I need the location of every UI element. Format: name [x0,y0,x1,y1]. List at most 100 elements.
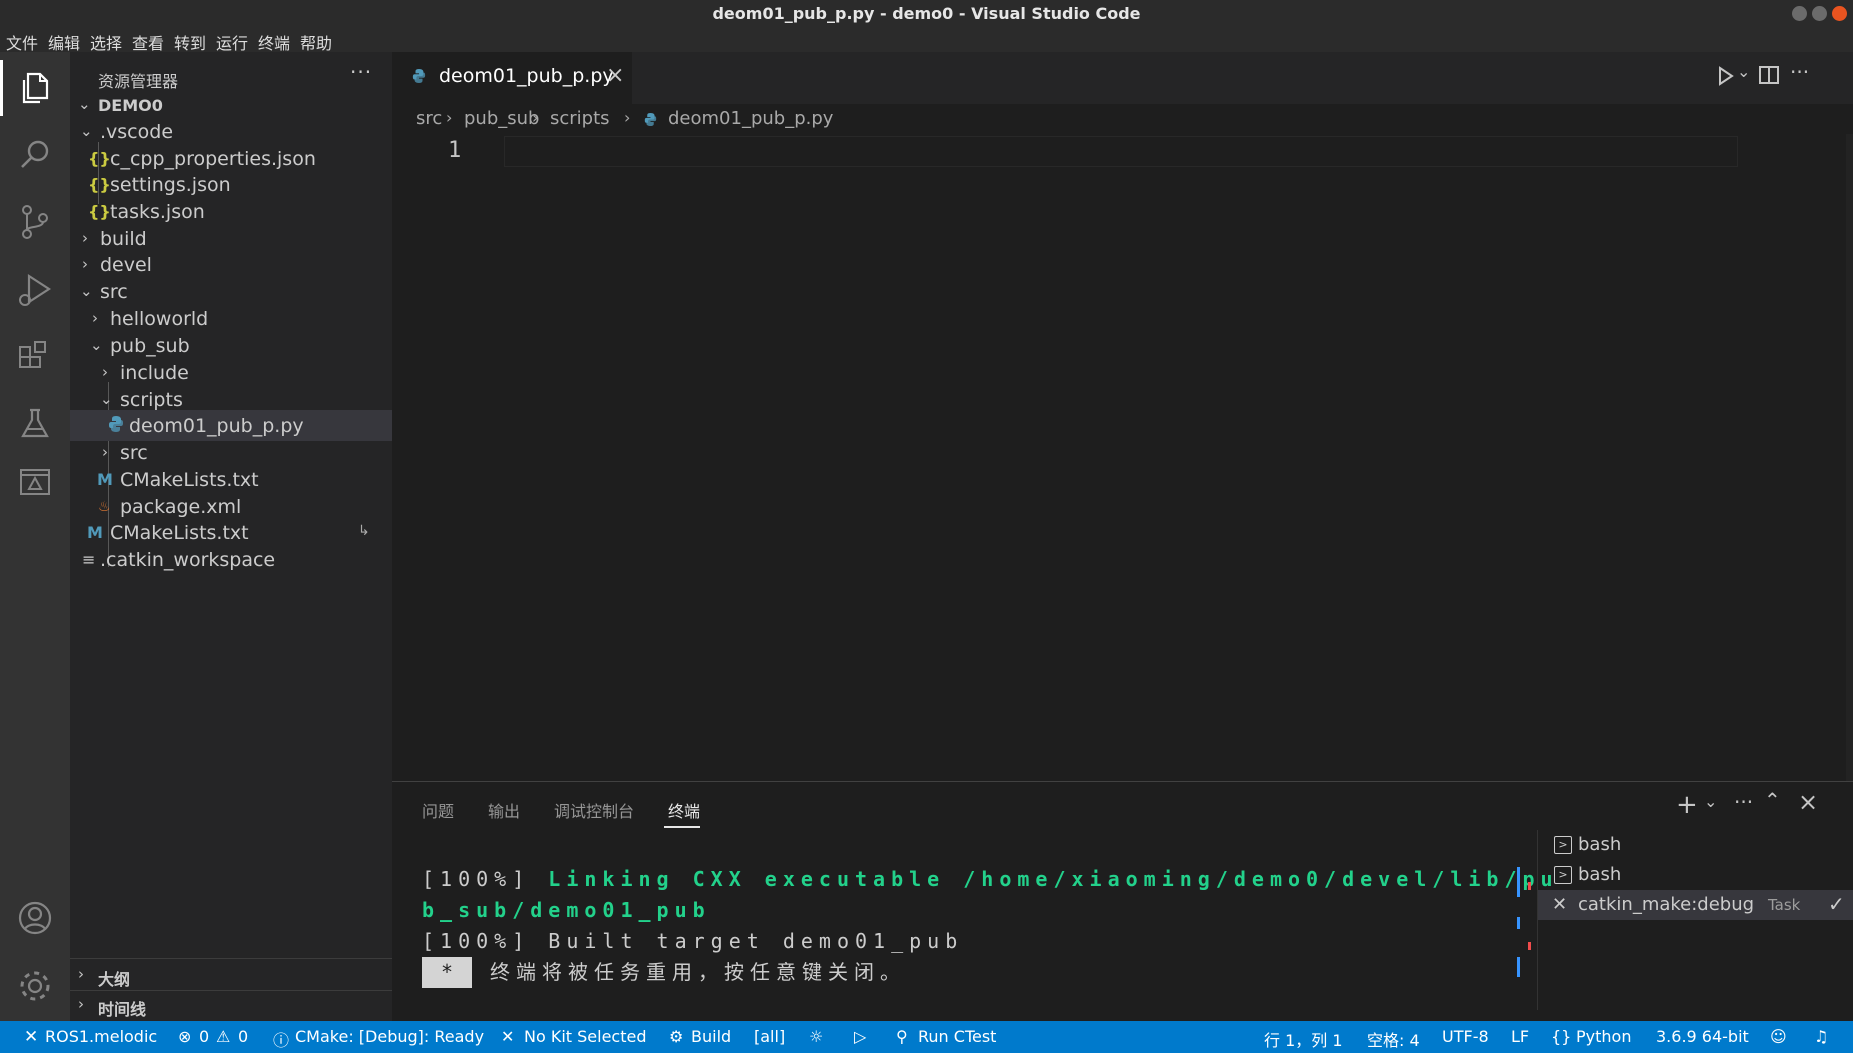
extensions-icon[interactable] [15,338,55,378]
notifications-bell-icon[interactable]: ♫ [1814,1027,1828,1046]
current-line-highlight [504,136,1738,167]
remote-explorer-icon[interactable] [15,462,55,502]
source-control-icon[interactable] [15,202,55,242]
account-icon[interactable] [15,898,55,938]
chevron-right-icon: › [102,443,108,461]
menu-file[interactable]: 文件 [6,30,38,54]
error-count[interactable]: 0 [199,1027,209,1046]
chevron-down-icon: ⌄ [80,122,93,140]
terminal-label: bash [1578,834,1622,855]
chevron-down-icon[interactable]: ⌄ [1704,792,1717,811]
more-actions-icon[interactable]: ··· [350,60,372,84]
terminal-green-text: Linking CXX executable /home/xiaoming/de… [548,867,1559,891]
chevron-right-icon: › [446,108,453,127]
chevron-down-icon: ⌄ [90,336,103,354]
breadcrumb-item[interactable]: src [416,108,442,129]
tab-problems[interactable]: 问题 [422,798,454,822]
outline-title: 大纲 [98,970,131,989]
tab-deom01-pub-p[interactable]: deom01_pub_p.py × [392,52,632,104]
terminal-item-bash-1[interactable]: > bash [1538,830,1853,860]
tree-item-label: CMakeLists.txt [120,469,259,491]
maximize-button[interactable] [1812,6,1827,21]
tree-item-label: deom01_pub_p.py [129,415,304,437]
python-file-icon [644,112,657,127]
close-window-button[interactable] [1832,6,1847,21]
chevron-right-icon: › [102,363,108,381]
terminal-text: 终端将被任务重用，按任意键关闭。 [472,960,907,984]
chevron-right-icon: › [82,229,88,247]
build-target[interactable]: [all] [754,1027,785,1046]
cmake-status[interactable]: CMake: [Debug]: Ready [295,1027,484,1046]
settings-gear-icon[interactable] [15,966,55,1006]
chevron-right-icon: › [624,108,631,127]
breadcrumb-item[interactable]: deom01_pub_p.py [668,108,833,129]
warning-count[interactable]: 0 [238,1027,248,1046]
timeline-header[interactable]: › 时间线 [70,990,392,1021]
cursor-position[interactable]: 行 1，列 1 [1264,1027,1343,1051]
close-icon[interactable]: × [606,63,624,88]
run-icon[interactable]: ▷ [854,1027,866,1046]
scroll-marker [1517,867,1520,897]
files-icon[interactable] [15,68,55,108]
indentation[interactable]: 空格: 4 [1367,1027,1420,1051]
menu-go[interactable]: 转到 [174,30,206,54]
chevron-right-icon: › [78,965,84,983]
split-editor-icon[interactable] [1758,64,1780,86]
language-mode[interactable]: Python [1576,1027,1631,1046]
chevron-down-icon[interactable]: ⌄ [1737,62,1750,81]
remote-indicator[interactable]: ROS1.melodic [45,1027,157,1046]
json-file-icon: {} [88,149,111,168]
tab-output[interactable]: 输出 [488,798,520,822]
maximize-panel-icon[interactable]: ⌃ [1764,788,1781,812]
encoding[interactable]: UTF-8 [1442,1027,1489,1046]
new-terminal-icon[interactable]: + [1676,790,1698,820]
tab-terminal[interactable]: 终端 [668,798,700,822]
end-of-line[interactable]: LF [1511,1027,1529,1046]
more-actions-icon[interactable]: ··· [1790,60,1809,84]
tree-item-label: devel [100,254,152,276]
build-button[interactable]: Build [691,1027,731,1046]
tools-icon: ✕ [501,1027,515,1046]
terminal-item-bash-2[interactable]: > bash [1538,860,1853,890]
menu-edit[interactable]: 编辑 [48,30,80,54]
feedback-icon[interactable]: ☺ [1770,1027,1787,1046]
outline-header[interactable]: › 大纲 [70,960,392,991]
minimize-button[interactable] [1792,6,1807,21]
run-ctest-button[interactable]: Run CTest [918,1027,996,1046]
menu-help[interactable]: 帮助 [300,30,332,54]
testing-icon[interactable] [15,404,55,444]
terminal-list: > bash > bash ✕ catkin_make:debug Task ✓ [1537,830,1853,1010]
close-panel-icon[interactable]: × [1798,788,1818,816]
terminal-text: [100%] [422,867,549,891]
run-debug-icon[interactable] [15,270,55,310]
divider [70,958,392,959]
breadcrumb-item[interactable]: scripts [550,108,610,129]
chevron-right-icon: › [78,995,84,1013]
more-actions-icon[interactable]: ··· [1734,790,1753,814]
terminal-item-catkin-make[interactable]: ✕ catkin_make:debug Task ✓ [1538,890,1853,920]
menu-view[interactable]: 查看 [132,30,164,54]
breadcrumb-item[interactable]: pub_sub [464,108,539,129]
braces-icon: {} [1551,1027,1572,1046]
chevron-down-icon: ⌄ [78,95,91,113]
run-file-icon[interactable] [1716,64,1736,88]
search-icon[interactable] [15,135,55,175]
menu-run[interactable]: 运行 [216,30,248,54]
tree-item-label: src [100,281,128,303]
debug-bug-icon[interactable]: ☼ [809,1027,823,1046]
python-interpreter[interactable]: 3.6.9 64-bit [1656,1027,1749,1046]
kit-selector[interactable]: No Kit Selected [524,1027,647,1046]
tree-item-catkin-workspace[interactable]: ≡ .catkin_workspace [70,544,392,575]
code-editor[interactable]: 1 [392,134,1853,781]
menu-selection[interactable]: 选择 [90,30,122,54]
timeline-title: 时间线 [98,1000,147,1019]
terminal-label: catkin_make:debug [1578,894,1755,915]
scroll-marker [1517,957,1520,977]
line-number: 1 [448,138,462,163]
explorer-sidebar: 资源管理器 ··· ⌄ DEMO0 ⌄ .vscode {} c_cpp_pro… [70,52,392,1021]
tree-item-label: scripts [120,389,183,411]
menu-terminal[interactable]: 终端 [258,30,290,54]
tab-debug-console[interactable]: 调试控制台 [554,798,634,822]
status-bar: ✕ ROS1.melodic ⊗ 0 ⚠ 0 ⓘ CMake: [Debug]:… [0,1021,1853,1053]
editor-scrollbar[interactable] [1846,134,1853,781]
